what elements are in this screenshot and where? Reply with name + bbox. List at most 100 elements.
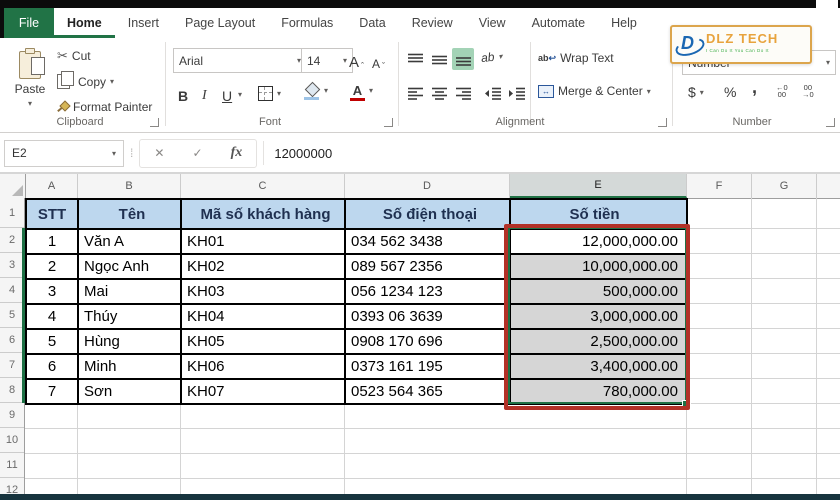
- cell-c7[interactable]: KH06: [182, 355, 346, 380]
- font-name-select[interactable]: Arial ▾: [173, 48, 307, 73]
- column-header-a[interactable]: A: [26, 174, 78, 198]
- cell-a1[interactable]: STT: [27, 200, 79, 230]
- increase-decimal-button[interactable]: ←0 00: [776, 84, 788, 99]
- cell-a7[interactable]: 6: [27, 355, 79, 380]
- font-dialog-launcher-icon[interactable]: [384, 118, 393, 127]
- cell-b5[interactable]: Thúy: [79, 305, 182, 330]
- cell-d7[interactable]: 0373 161 195: [346, 355, 511, 380]
- format-painter-button[interactable]: Format Painter: [57, 100, 152, 114]
- chevron-down-icon[interactable]: ▾: [700, 88, 704, 97]
- bold-button[interactable]: B: [178, 82, 188, 104]
- column-header-d[interactable]: D: [345, 174, 510, 198]
- align-top-button[interactable]: [404, 48, 426, 70]
- row-header-8[interactable]: 8: [0, 378, 24, 403]
- column-header-f[interactable]: F: [687, 174, 752, 198]
- insert-function-icon[interactable]: fx: [231, 145, 243, 161]
- row-header-7[interactable]: 7: [0, 353, 24, 378]
- tab-automate[interactable]: Automate: [519, 8, 599, 38]
- align-middle-button[interactable]: [428, 48, 450, 70]
- cancel-icon[interactable]: ✕: [154, 146, 164, 160]
- cell-b8[interactable]: Sơn: [79, 380, 182, 405]
- column-header-g[interactable]: G: [752, 174, 817, 198]
- drag-handle-icon[interactable]: ⁞: [130, 146, 133, 160]
- decrease-indent-button[interactable]: [482, 82, 504, 104]
- wrap-text-button[interactable]: ab↩ Wrap Text: [538, 51, 614, 65]
- align-bottom-button[interactable]: [452, 48, 474, 70]
- row-header-9[interactable]: 9: [0, 403, 24, 428]
- tab-formulas[interactable]: Formulas: [268, 8, 346, 38]
- row-header-2[interactable]: 2: [0, 228, 24, 253]
- font-color-button[interactable]: A ▾: [350, 83, 373, 101]
- borders-button[interactable]: ▾: [258, 86, 281, 101]
- cell-d6[interactable]: 0908 170 696: [346, 330, 511, 355]
- italic-button[interactable]: I: [202, 82, 207, 104]
- cell-c6[interactable]: KH05: [182, 330, 346, 355]
- chevron-down-icon[interactable]: ▾: [277, 89, 281, 98]
- cell-a2[interactable]: 1: [27, 230, 79, 255]
- cell-a8[interactable]: 7: [27, 380, 79, 405]
- shrink-font-button[interactable]: Aˇ: [372, 49, 385, 71]
- merge-center-button[interactable]: ↔ Merge & Center ▾: [538, 84, 651, 98]
- cut-button[interactable]: ✂ Cut: [57, 48, 91, 64]
- cell-b1[interactable]: Tên: [79, 200, 182, 230]
- formula-input[interactable]: 12000000: [274, 146, 332, 161]
- row-header-10[interactable]: 10: [0, 428, 24, 453]
- cell-c8[interactable]: KH07: [182, 380, 346, 405]
- accounting-format-button[interactable]: $ ▾: [688, 84, 704, 100]
- decrease-decimal-button[interactable]: 00 →0: [802, 84, 814, 99]
- cell-c2[interactable]: KH01: [182, 230, 346, 255]
- underline-chevron-icon[interactable]: ▾: [238, 90, 242, 99]
- alignment-dialog-launcher-icon[interactable]: [658, 118, 667, 127]
- tab-file[interactable]: File: [4, 8, 54, 38]
- tab-home[interactable]: Home: [54, 8, 115, 38]
- chevron-down-icon[interactable]: ▾: [324, 86, 328, 95]
- comma-style-button[interactable]: ,: [752, 78, 757, 96]
- row-header-6[interactable]: 6: [0, 328, 24, 353]
- select-all-corner[interactable]: [0, 174, 26, 198]
- row-header-11[interactable]: 11: [0, 453, 24, 478]
- column-header-partial[interactable]: [817, 174, 840, 198]
- cell-b4[interactable]: Mai: [79, 280, 182, 305]
- copy-button[interactable]: Copy ▾: [57, 71, 114, 89]
- clipboard-dialog-launcher-icon[interactable]: [150, 118, 159, 127]
- chevron-down-icon[interactable]: ▾: [28, 99, 32, 108]
- cell-d4[interactable]: 056 1234 123: [346, 280, 511, 305]
- chevron-down-icon[interactable]: ▾: [369, 86, 373, 95]
- sheet-grid[interactable]: A B C D E F G 1 2 3 4 5 6 7 8 9 10 11 12: [0, 174, 840, 500]
- cell-c3[interactable]: KH02: [182, 255, 346, 280]
- cell-d2[interactable]: 034 562 3438: [346, 230, 511, 255]
- column-header-c[interactable]: C: [181, 174, 345, 198]
- cell-c5[interactable]: KH04: [182, 305, 346, 330]
- tab-page-layout[interactable]: Page Layout: [172, 8, 268, 38]
- percent-style-button[interactable]: %: [724, 84, 736, 100]
- cell-b3[interactable]: Ngọc Anh: [79, 255, 182, 280]
- chevron-down-icon[interactable]: ▾: [498, 51, 503, 60]
- name-box[interactable]: E2 ▾: [4, 139, 124, 167]
- column-header-e[interactable]: E: [510, 174, 687, 198]
- tab-review[interactable]: Review: [399, 8, 466, 38]
- cell-b2[interactable]: Văn A: [79, 230, 182, 255]
- paste-button[interactable]: Paste ▾: [8, 46, 52, 112]
- cell-d3[interactable]: 089 567 2356: [346, 255, 511, 280]
- align-right-button[interactable]: [452, 82, 474, 104]
- cell-a5[interactable]: 4: [27, 305, 79, 330]
- grow-font-button[interactable]: Aˆ: [349, 49, 364, 71]
- cell-a3[interactable]: 2: [27, 255, 79, 280]
- font-size-select[interactable]: 14 ▾: [301, 48, 353, 73]
- tab-help[interactable]: Help: [598, 8, 650, 38]
- row-header-4[interactable]: 4: [0, 278, 24, 303]
- cell-b7[interactable]: Minh: [79, 355, 182, 380]
- cell-d8[interactable]: 0523 564 365: [346, 380, 511, 405]
- row-header-5[interactable]: 5: [0, 303, 24, 328]
- column-header-b[interactable]: B: [78, 174, 181, 198]
- cell-d5[interactable]: 0393 06 3639: [346, 305, 511, 330]
- cell-a4[interactable]: 3: [27, 280, 79, 305]
- chevron-down-icon[interactable]: ▾: [112, 149, 116, 158]
- fill-color-button[interactable]: ▾: [304, 81, 328, 100]
- row-header-3[interactable]: 3: [0, 253, 24, 278]
- cell-c4[interactable]: KH03: [182, 280, 346, 305]
- align-left-button[interactable]: [404, 82, 426, 104]
- number-dialog-launcher-icon[interactable]: [826, 118, 835, 127]
- underline-button[interactable]: U: [222, 82, 232, 104]
- tab-view[interactable]: View: [466, 8, 519, 38]
